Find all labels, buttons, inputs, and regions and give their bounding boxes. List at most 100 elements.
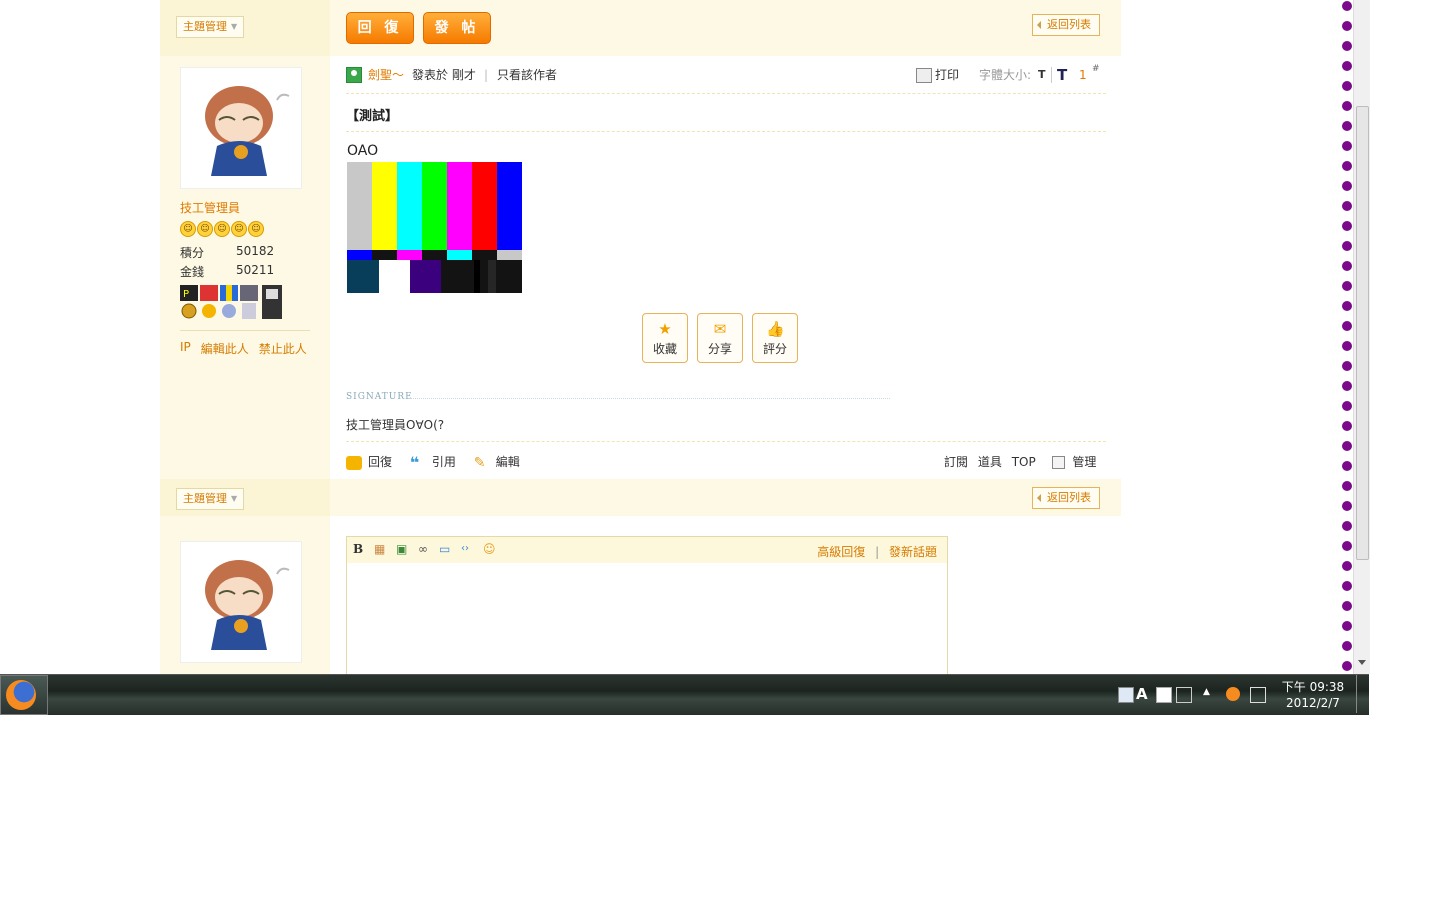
chevron-up-icon[interactable]: ▲ bbox=[1203, 687, 1217, 701]
editor-toolbar: B ▦ ▣ ∞ ▭ ‹› ☺ 高級回復 | 發新話題 bbox=[347, 537, 947, 563]
decorative-dot bbox=[1342, 301, 1352, 311]
avatar-image bbox=[205, 560, 290, 650]
post-time: 發表於 剛才 bbox=[412, 68, 476, 82]
topic-manage-dropdown[interactable]: 主題管理 ▼ bbox=[176, 16, 245, 38]
medals: P bbox=[180, 285, 284, 321]
envelope-icon: ✉ bbox=[713, 320, 727, 338]
stat-label: 積分 bbox=[180, 246, 205, 260]
poster-name[interactable]: 劍聖～ bbox=[368, 64, 404, 86]
system-clock[interactable]: 下午 09:38 2012/2/7 bbox=[1278, 679, 1348, 711]
decorative-dot bbox=[1342, 421, 1352, 431]
divider bbox=[346, 441, 1106, 442]
back-to-list-button[interactable]: 返回列表 bbox=[1032, 487, 1100, 509]
smiley-icon: ☺ bbox=[248, 221, 264, 237]
topic-manage-dropdown[interactable]: 主題管理 ▼ bbox=[176, 488, 245, 510]
manage-checkbox[interactable] bbox=[1051, 456, 1065, 469]
taskbar: A ▲ 下午 09:38 2012/2/7 bbox=[0, 674, 1369, 715]
window-icon[interactable] bbox=[1156, 687, 1172, 703]
decorative-dot bbox=[1342, 281, 1352, 291]
decorative-dot bbox=[1342, 381, 1352, 391]
bold-icon[interactable]: B bbox=[353, 543, 365, 555]
chevron-down-icon: ▼ bbox=[231, 494, 238, 503]
color-bars-image bbox=[347, 162, 522, 293]
quote-bubble-icon[interactable]: ▭ bbox=[439, 543, 451, 555]
author-name[interactable]: 技工管理員 bbox=[180, 199, 240, 216]
speech-bubble-icon bbox=[346, 455, 362, 470]
vertical-scrollbar[interactable] bbox=[1353, 0, 1370, 674]
decorative-dot bbox=[1342, 461, 1352, 471]
scroll-thumb[interactable] bbox=[1356, 106, 1369, 560]
rate-button[interactable]: 👍 評分 bbox=[752, 313, 798, 363]
separator: | bbox=[875, 545, 880, 559]
decorative-dot bbox=[1342, 241, 1352, 251]
decorative-dot bbox=[1342, 41, 1352, 51]
quick-reply-editor[interactable]: B ▦ ▣ ∞ ▭ ‹› ☺ 高級回復 | 發新話題 bbox=[346, 536, 948, 674]
top-link[interactable]: TOP bbox=[1012, 455, 1036, 469]
font-large-button[interactable]: T bbox=[1057, 64, 1067, 86]
forum-post-area: 主題管理 ▼ 回 復 發 帖 返回列表 技工管理員 ☺ ☺ ☺ ☺ ☺ 積分 50… bbox=[160, 0, 1121, 674]
menu-icon[interactable] bbox=[1176, 687, 1192, 703]
floor-number[interactable]: 1 bbox=[1079, 64, 1087, 86]
reply-link[interactable]: 回復 bbox=[346, 455, 392, 470]
new-post-button[interactable]: 發 帖 bbox=[423, 12, 491, 44]
back-to-list-button[interactable]: 返回列表 bbox=[1032, 14, 1100, 36]
divider bbox=[1051, 67, 1052, 83]
new-topic-link[interactable]: 發新話題 bbox=[889, 545, 937, 559]
network-icon[interactable] bbox=[1250, 687, 1266, 703]
favorite-button[interactable]: ★ 收藏 bbox=[642, 313, 688, 363]
scroll-down-arrow-icon[interactable] bbox=[1358, 660, 1366, 665]
post-footer-right: 訂閱 道具 TOP 管理 bbox=[944, 452, 1096, 472]
subscribe-link[interactable]: 訂閱 bbox=[944, 455, 968, 469]
quote-link-label: 引用 bbox=[431, 455, 456, 469]
link-icon[interactable]: ∞ bbox=[418, 543, 430, 555]
only-author-link[interactable]: 只看該作者 bbox=[497, 64, 557, 86]
advanced-reply-link[interactable]: 高級回復 bbox=[817, 545, 865, 559]
code-icon[interactable]: ‹› bbox=[461, 543, 473, 555]
show-desktop-button[interactable] bbox=[1356, 675, 1369, 713]
decorative-dot bbox=[1342, 81, 1352, 91]
decorative-dot bbox=[1342, 221, 1352, 231]
pencil-icon: ✎ bbox=[473, 454, 486, 471]
print-link[interactable]: 打印 bbox=[935, 64, 959, 86]
quote-link[interactable]: ❝ 引用 bbox=[409, 452, 456, 472]
decorative-dot bbox=[1342, 181, 1352, 191]
ban-user-link[interactable]: 禁止此人 bbox=[259, 340, 307, 357]
edit-link[interactable]: ✎ 編輯 bbox=[473, 454, 520, 471]
app-tray-icon[interactable] bbox=[1226, 687, 1240, 701]
decorative-dot bbox=[1342, 641, 1352, 651]
medal-icons: P bbox=[180, 285, 282, 319]
smiley-icon[interactable]: ☺ bbox=[483, 543, 496, 555]
color-grid-icon[interactable]: ▦ bbox=[374, 543, 386, 555]
decorative-dot bbox=[1342, 61, 1352, 71]
rank-stars: ☺ ☺ ☺ ☺ ☺ bbox=[180, 221, 264, 237]
smiley-icon: ☺ bbox=[180, 221, 196, 237]
avatar-image bbox=[205, 86, 290, 176]
stat-points: 積分 50182 bbox=[180, 244, 274, 261]
quote-icon: ❝ bbox=[409, 452, 420, 472]
font-small-button[interactable]: T bbox=[1038, 64, 1046, 86]
share-button[interactable]: ✉ 分享 bbox=[697, 313, 743, 363]
avatar[interactable] bbox=[180, 67, 302, 189]
decorative-dot bbox=[1342, 21, 1352, 31]
smiley-icon: ☺ bbox=[197, 221, 213, 237]
post-footer-left: 回復 ❝ 引用 ✎ 編輯 bbox=[346, 452, 520, 472]
edit-user-link[interactable]: 編輯此人 bbox=[201, 340, 249, 357]
decorative-dot bbox=[1342, 601, 1352, 611]
thumbs-up-icon: 👍 bbox=[766, 320, 785, 338]
share-label: 分享 bbox=[707, 342, 732, 356]
avatar[interactable] bbox=[180, 541, 302, 663]
floor-suffix: # bbox=[1092, 64, 1100, 74]
ime-icon[interactable] bbox=[1118, 687, 1134, 703]
decorative-dot bbox=[1342, 621, 1352, 631]
separator: | bbox=[484, 68, 489, 82]
chevron-down-icon: ▼ bbox=[231, 22, 238, 31]
thread-toolbar-2 bbox=[330, 479, 1121, 516]
divider bbox=[346, 93, 1106, 94]
image-icon[interactable]: ▣ bbox=[396, 543, 408, 555]
tools-link[interactable]: 道具 bbox=[978, 455, 1002, 469]
divider bbox=[346, 131, 1106, 132]
font-a-icon[interactable]: A bbox=[1136, 687, 1150, 702]
firefox-taskbar-button[interactable] bbox=[0, 675, 48, 715]
ip-link[interactable]: IP bbox=[180, 340, 191, 357]
reply-button[interactable]: 回 復 bbox=[346, 12, 414, 44]
